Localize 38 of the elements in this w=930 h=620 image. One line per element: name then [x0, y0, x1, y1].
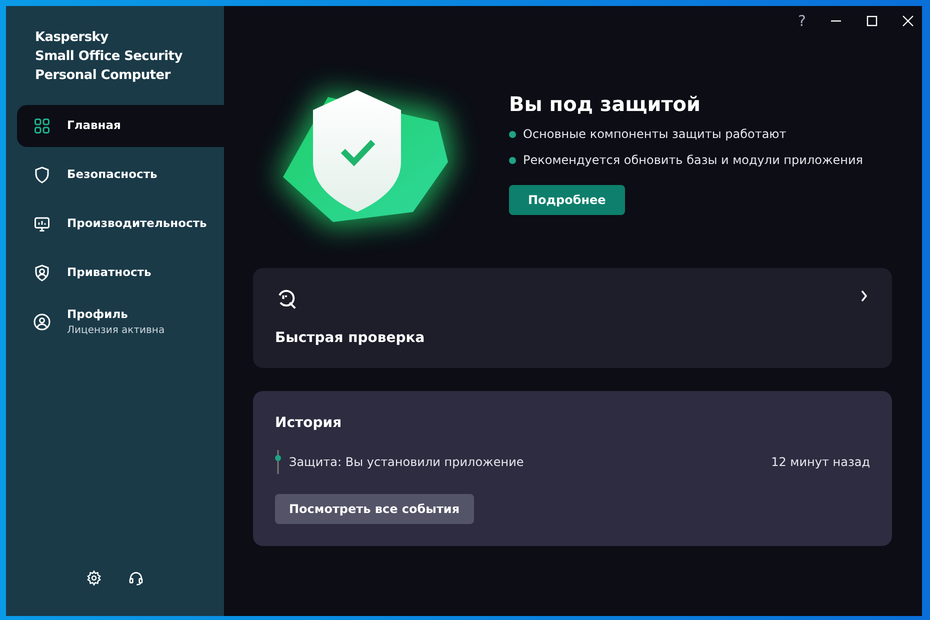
app-title-line: Personal Computer — [35, 67, 172, 85]
chevron-right-icon[interactable] — [860, 290, 868, 302]
user-icon — [33, 313, 51, 331]
close-icon[interactable] — [902, 15, 914, 27]
event-text: Защита: Вы установили приложение — [289, 454, 524, 471]
nav-item[interactable]: Приватность — [17, 252, 224, 294]
status-dot — [509, 130, 516, 138]
history-title: История — [275, 414, 343, 433]
nav-label: Профиль — [67, 306, 129, 323]
app-title-line: Small Office Security — [35, 48, 184, 66]
status-text: Основные компоненты защиты работают — [523, 126, 786, 143]
all-events-button[interactable]: Посмотреть все события — [275, 494, 474, 524]
nav-item[interactable]: Профиль Лицензия активна — [17, 301, 224, 343]
nav-label: Безопасность — [67, 166, 158, 184]
timeline-marker — [275, 450, 281, 474]
event-time: 12 минут назад — [771, 454, 870, 471]
status-dot — [509, 156, 516, 164]
settings-icon[interactable] — [86, 570, 102, 586]
quick-scan-title: Быстрая проверка — [275, 329, 426, 348]
status-text: Рекомендуется обновить базы и модули приложения — [523, 152, 864, 169]
help-button[interactable]: ? — [798, 10, 806, 32]
nav-item[interactable]: Производительность — [17, 203, 224, 245]
grid-icon — [33, 117, 51, 135]
maximize-icon[interactable] — [866, 15, 878, 27]
nav-item[interactable]: Главная — [17, 105, 224, 147]
quick-scan-card[interactable]: Быстрая проверка — [253, 268, 892, 368]
status-title: Вы под защитой — [509, 91, 702, 118]
nav-label: Главная — [67, 117, 121, 134]
shield-icon — [33, 166, 51, 184]
nav-label: Производительность — [67, 215, 207, 232]
nav-label: Приватность — [67, 264, 152, 282]
nav-item[interactable]: Безопасность — [17, 154, 224, 196]
nav-sublabel: Лицензия активна — [67, 324, 165, 338]
details-button[interactable]: Подробнее — [509, 185, 625, 215]
headset-icon[interactable] — [128, 570, 144, 586]
monitor-icon — [33, 215, 51, 233]
app-title-line: Kaspersky — [35, 29, 110, 47]
shield-user-icon — [33, 264, 51, 282]
